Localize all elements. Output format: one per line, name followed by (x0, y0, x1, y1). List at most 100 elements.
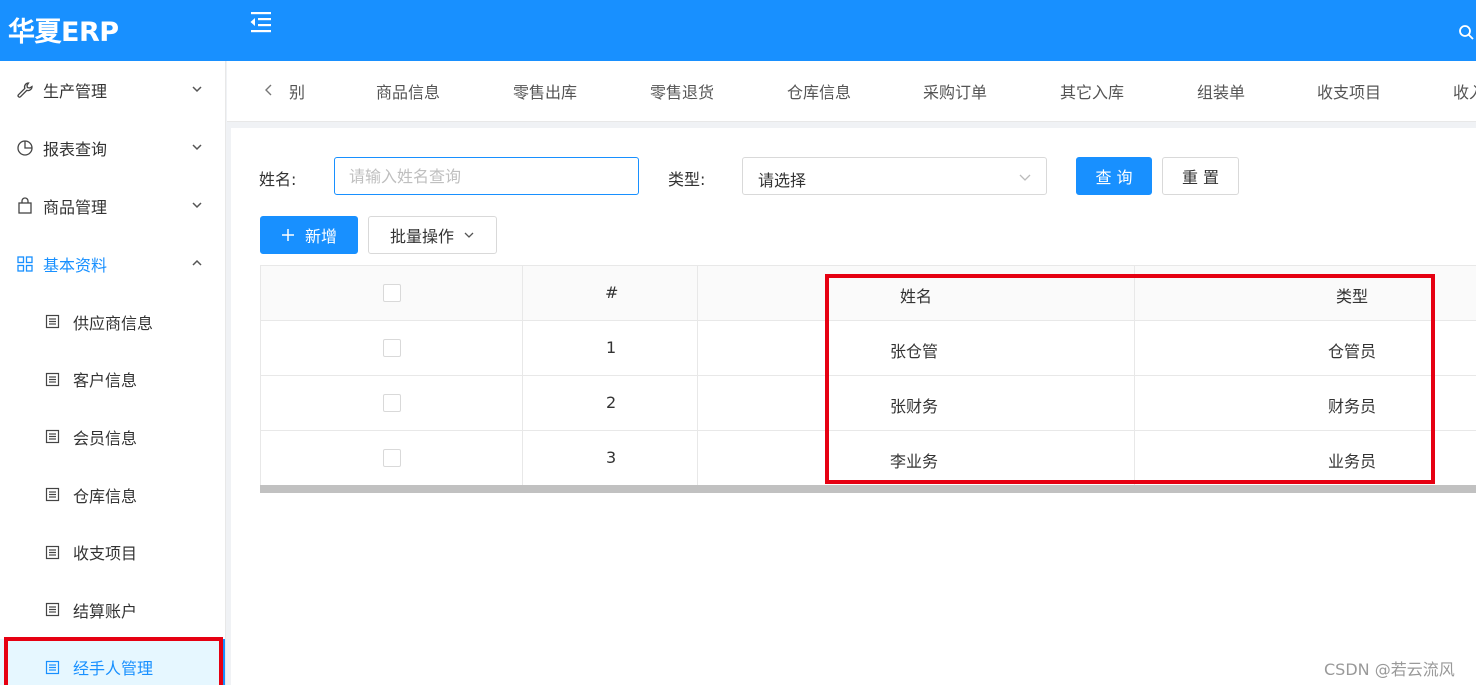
header-cell-select (261, 266, 523, 321)
table-row[interactable]: 2 张财务 财务员 (261, 376, 1476, 431)
menu-label: 生产管理 (43, 82, 108, 101)
row-type: 业务员 (1328, 452, 1377, 471)
cell-index: 1 (523, 321, 698, 376)
reset-button-label: 重 置 (1181, 168, 1220, 187)
cell-select (261, 376, 523, 431)
search-icon[interactable] (1458, 24, 1476, 42)
cell-select (261, 431, 523, 486)
tab-item[interactable]: 采购订单 (923, 79, 987, 103)
horizontal-scrollbar[interactable] (260, 485, 1476, 493)
tab-item[interactable]: 组装单 (1197, 79, 1245, 103)
chevron-up-icon (192, 259, 202, 266)
chevron-left-icon[interactable] (262, 81, 276, 99)
batch-button-label: 批量操作 (389, 227, 454, 246)
tab-item[interactable]: 商品信息 (376, 79, 440, 103)
sidebar-item-label: 收支项目 (73, 544, 138, 564)
row-checkbox[interactable] (383, 394, 401, 412)
sidebar-item-settlement-accounts[interactable]: 结算账户 (0, 581, 225, 639)
type-select-value: 请选择 (758, 171, 807, 190)
column-header: 类型 (1336, 287, 1369, 306)
menu-label: 基本资料 (43, 256, 108, 275)
chevron-down-icon (1019, 174, 1031, 181)
sidebar-item-label: 结算账户 (73, 601, 138, 621)
row-checkbox[interactable] (383, 449, 401, 467)
sidebar-item-label: 客户信息 (73, 371, 138, 391)
list-doc-icon (45, 315, 60, 329)
select-all-checkbox[interactable] (383, 284, 401, 302)
sidebar-item-income-expense[interactable]: 收支项目 (0, 523, 225, 581)
shopping-bag-icon (18, 197, 32, 214)
row-checkbox[interactable] (383, 339, 401, 357)
menu-label: 报表查询 (43, 140, 108, 159)
grid-icon (17, 256, 33, 272)
cell-type: 业务员 (1135, 431, 1476, 486)
type-select[interactable]: 请选择 (742, 157, 1047, 195)
app-logo[interactable]: 华夏ERP (8, 10, 119, 49)
row-type: 仓管员 (1328, 342, 1377, 361)
batch-operation-button[interactable]: 批量操作 (368, 216, 497, 254)
add-button[interactable]: 新增 (260, 216, 358, 254)
header-cell-type[interactable]: 类型 (1135, 266, 1476, 321)
cell-type: 财务员 (1135, 376, 1476, 431)
row-name: 李业务 (890, 452, 939, 471)
list-doc-icon (45, 430, 60, 444)
tab-item[interactable]: 其它入库 (1060, 79, 1124, 103)
tab-item[interactable]: 仓库信息 (787, 79, 851, 103)
table-row[interactable]: 3 李业务 业务员 (261, 431, 1476, 486)
menu-production[interactable]: 生产管理 (0, 61, 225, 119)
tab-item[interactable]: 收支项目 (1317, 79, 1381, 103)
row-name: 张仓管 (890, 342, 939, 361)
table-row[interactable]: 1 张仓管 仓管员 (261, 321, 1476, 376)
tab-item[interactable]: 收入 (1453, 79, 1476, 103)
header-cell-name[interactable]: 姓名 (698, 266, 1135, 321)
menu-reports[interactable]: 报表查询 (0, 119, 225, 177)
cell-type: 仓管员 (1135, 321, 1476, 376)
top-header: 华夏ERP (0, 0, 1476, 61)
cell-index: 2 (523, 376, 698, 431)
chevron-down-icon (192, 86, 202, 93)
tab-item[interactable]: 别 (289, 79, 305, 103)
name-filter-label: 姓名: (259, 170, 297, 189)
list-doc-icon (45, 545, 60, 559)
watermark: CSDN @若云流风 (1324, 660, 1455, 679)
query-button[interactable]: 查 询 (1076, 157, 1152, 195)
list-doc-icon (45, 487, 60, 502)
type-filter-label: 类型: (668, 170, 706, 189)
sidebar-item-suppliers[interactable]: 供应商信息 (0, 293, 225, 351)
reset-button[interactable]: 重 置 (1162, 157, 1239, 195)
sidebar-item-label: 仓库信息 (73, 486, 138, 506)
chevron-down-icon (464, 232, 474, 238)
sidebar: 生产管理 报表查询 商品管理 基本资料 供应商信息 客户信息 会员信息 仓库信息… (0, 61, 226, 685)
list-doc-icon (45, 660, 60, 674)
name-search-input[interactable] (334, 157, 639, 195)
chevron-down-icon (192, 144, 202, 151)
sidebar-item-members[interactable]: 会员信息 (0, 408, 225, 466)
menu-fold-icon[interactable] (247, 9, 275, 35)
pie-chart-icon (17, 140, 33, 156)
header-cell-index: # (523, 266, 698, 321)
row-index: 1 (606, 338, 617, 357)
sidebar-item-handlers[interactable]: 经手人管理 (0, 636, 225, 685)
row-index: 2 (606, 393, 617, 412)
tab-item[interactable]: 零售出库 (513, 79, 577, 103)
sidebar-item-label: 经手人管理 (73, 659, 154, 679)
table-header-row: # 姓名 类型 (261, 266, 1476, 321)
tab-item[interactable]: 零售退货 (650, 79, 714, 103)
chevron-down-icon (192, 202, 202, 209)
menu-basic-data[interactable]: 基本资料 (0, 235, 225, 293)
cell-index: 3 (523, 431, 698, 486)
menu-goods[interactable]: 商品管理 (0, 177, 225, 235)
cell-name: 张财务 (698, 376, 1135, 431)
row-type: 财务员 (1328, 397, 1377, 416)
tabs-bar: 别 商品信息 零售出库 零售退货 仓库信息 采购订单 其它入库 组装单 收支项目… (227, 61, 1476, 122)
wrench-icon (17, 82, 33, 98)
plus-icon (281, 229, 294, 241)
cell-select (261, 321, 523, 376)
sidebar-item-label: 供应商信息 (73, 313, 154, 333)
sidebar-item-customers[interactable]: 客户信息 (0, 351, 225, 409)
handler-table: # 姓名 类型 1 张仓管 仓管员 2 张财务 财务员 3 李业务 业务员 (260, 265, 1476, 486)
sidebar-item-warehouses[interactable]: 仓库信息 (0, 466, 225, 524)
add-button-label: 新增 (304, 227, 337, 246)
cell-name: 李业务 (698, 431, 1135, 486)
sidebar-item-label: 会员信息 (73, 428, 138, 448)
